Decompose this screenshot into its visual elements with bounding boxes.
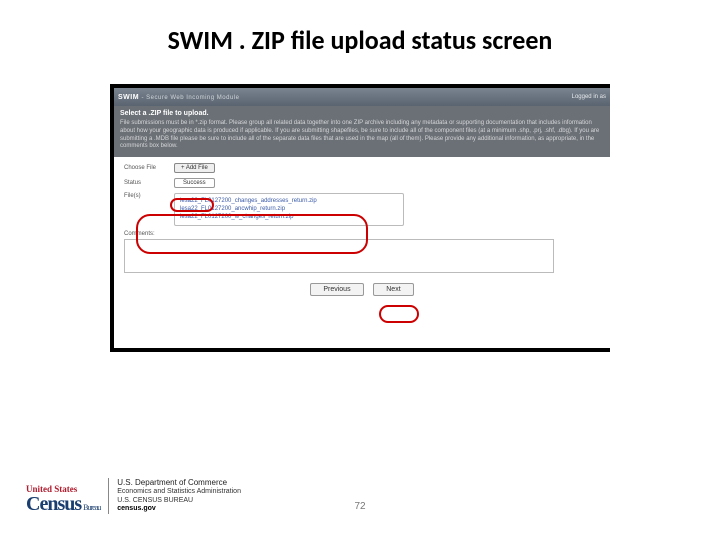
status-row: Status Success (124, 178, 600, 188)
next-button[interactable]: Next (373, 283, 413, 296)
swim-app-title: SWIM - Secure Web Incoming Module (118, 94, 239, 101)
status-badge: Success (174, 178, 215, 188)
files-row: File(s) lesa22_FL0127200_changes_address… (124, 193, 600, 225)
file-item: lesa22_FL0127200_ancwhip_return.zip (180, 205, 398, 213)
choose-file-label: Choose File (124, 165, 168, 171)
section-title: Select a .ZIP file to upload. (120, 109, 604, 118)
upload-instructions: Select a .ZIP file to upload. File submi… (114, 106, 610, 157)
file-item: lesa22_FL0127200_w_changes_return.zip (180, 213, 398, 221)
choose-file-row: Choose File + Add File (124, 163, 600, 173)
logged-in-text: Logged in as (572, 94, 606, 100)
comments-textarea[interactable] (124, 239, 554, 273)
status-label: Status (124, 180, 168, 186)
slide-title: SWIM . ZIP file upload status screen (0, 24, 720, 56)
add-file-button[interactable]: + Add File (174, 163, 215, 173)
upload-body: Choose File + Add File Status Success Fi… (114, 157, 610, 301)
swim-header: SWIM - Secure Web Incoming Module Logged… (114, 88, 610, 106)
nav-button-row: Previous Next (124, 283, 600, 296)
page-number: 72 (0, 501, 720, 512)
file-list: lesa22_FL0127200_changes_addresses_retur… (174, 193, 404, 225)
comments-label: Comments: (124, 231, 155, 237)
swim-app-window: SWIM - Secure Web Incoming Module Logged… (114, 88, 610, 348)
annotation-ellipse-next (379, 305, 419, 323)
section-body: File submissions must be in *.zip format… (120, 120, 604, 151)
app-tagline: - Secure Web Incoming Module (142, 95, 240, 101)
app-name: SWIM (118, 94, 139, 101)
comments-row: Comments: (124, 231, 600, 273)
file-item: lesa22_FL0127200_changes_addresses_retur… (180, 197, 398, 205)
files-label: File(s) (124, 193, 168, 199)
screenshot-frame: SWIM - Secure Web Incoming Module Logged… (110, 84, 610, 352)
dept-line-1: U.S. Department of Commerce (117, 478, 241, 488)
dept-line-2: Economics and Statistics Administration (117, 488, 241, 497)
previous-button[interactable]: Previous (310, 283, 363, 296)
